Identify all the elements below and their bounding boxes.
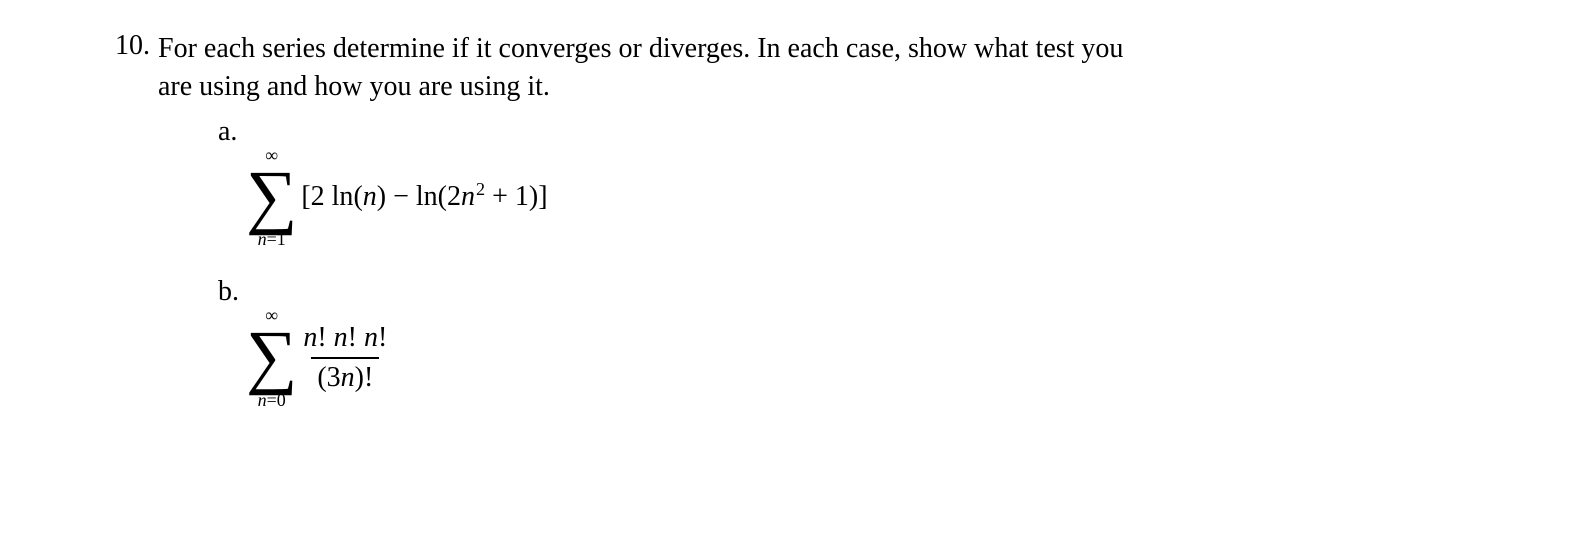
num-n1: n (303, 322, 317, 353)
sigma-icon: ∑ (246, 324, 297, 389)
den-open: (3 (317, 362, 340, 393)
document-page: 10. For each series determine if it conv… (0, 0, 1577, 409)
problem-text: For each series determine if it converge… (158, 30, 1477, 106)
expr-arg2-rest-a: + 1) (485, 181, 538, 212)
num-bang1: ! (317, 322, 333, 353)
num-n2: n (334, 322, 348, 353)
den-close: )! (355, 362, 374, 393)
expr-arg1-var-a: n (363, 181, 377, 212)
sum-lower-b: n=0 (258, 391, 286, 409)
fraction-numerator-b: n! n! n! (297, 321, 393, 357)
num-bang3: ! (378, 322, 387, 353)
expr-fn1-a: ln (325, 181, 354, 212)
part-b-label: b. (218, 276, 246, 308)
problem-number: 10. (100, 30, 150, 62)
expr-fn2-a: ln (416, 181, 438, 212)
sum-lower-var-b: n (258, 390, 267, 410)
problem-block: 10. For each series determine if it conv… (100, 30, 1477, 409)
expr-close-a: ] (538, 181, 547, 212)
sum-lower-eq-b: =0 (267, 390, 286, 410)
problem-body: For each series determine if it converge… (158, 30, 1477, 409)
part-b: b. ∞ ∑ n=0 n! n! n! (3n)! (218, 276, 1477, 409)
summation-b: ∞ ∑ n=0 n! n! n! (3n)! (246, 306, 393, 409)
expr-arg2-sup-a: 2 (476, 179, 485, 199)
expr-op-a: − (386, 181, 416, 212)
sigma-column-a: ∞ ∑ n=1 (246, 146, 297, 249)
expr-arg1-close-a: ) (377, 181, 386, 212)
num-bang2: ! (348, 322, 364, 353)
expr-arg2-open-a: (2 (438, 181, 461, 212)
fraction-denominator-b: (3n)! (311, 357, 379, 395)
sum-lower-var-a: n (258, 229, 267, 249)
part-a-label: a. (218, 116, 246, 148)
sum-lower-a: n=1 (258, 230, 286, 248)
expr-open-a: [2 (301, 181, 324, 212)
num-n3: n (364, 322, 378, 353)
sigma-icon: ∑ (246, 164, 297, 229)
part-a-expression: ∞ ∑ n=1 [2 ln(n) − ln(2n2 + 1)] (246, 146, 548, 249)
den-var: n (341, 362, 355, 393)
part-a: a. ∞ ∑ n=1 [2 ln(n) − ln(2n2 + 1)] (218, 116, 1477, 249)
expr-arg1-open-a: ( (353, 181, 362, 212)
fraction-b: n! n! n! (3n)! (297, 321, 393, 394)
expr-arg2-var-a: n (461, 181, 475, 212)
summation-a: ∞ ∑ n=1 [2 ln(n) − ln(2n2 + 1)] (246, 146, 548, 249)
text-line-2: are using and how you are using it. (158, 71, 550, 102)
summand-a: [2 ln(n) − ln(2n2 + 1)] (301, 181, 547, 213)
part-b-expression: ∞ ∑ n=0 n! n! n! (3n)! (246, 306, 393, 409)
sum-lower-eq-a: =1 (267, 229, 286, 249)
sigma-column-b: ∞ ∑ n=0 (246, 306, 297, 409)
text-line-1: For each series determine if it converge… (158, 33, 1123, 64)
